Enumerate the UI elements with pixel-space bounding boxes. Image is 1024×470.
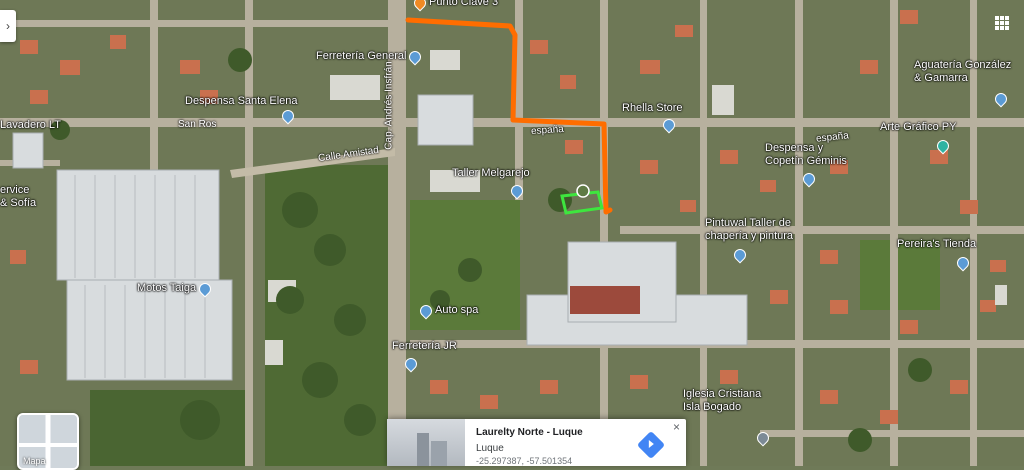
place-title: Laurelty Norte - Luque	[476, 427, 583, 438]
close-icon[interactable]: ×	[673, 420, 680, 434]
poi-rhella-store[interactable]: Rhella Store	[622, 102, 683, 115]
collapse-panel-button[interactable]: ›	[0, 10, 16, 42]
street-label-espana: españa	[530, 123, 565, 138]
map-imagery	[0, 0, 1024, 466]
place-photo[interactable]	[387, 419, 465, 466]
map-pin-icon	[406, 48, 424, 65]
poi-ferreteria-general[interactable]: Ferretería General	[316, 48, 424, 65]
directions-icon[interactable]	[636, 430, 666, 460]
street-label-cap-andres: Cap. Andrés Insfrán	[383, 61, 395, 150]
apps-grid-icon[interactable]	[995, 16, 1009, 30]
poi-iglesia[interactable]: Iglesia Cristiana Isla Bogado	[683, 388, 761, 414]
map-layer-toggle[interactable]: Mapa	[17, 413, 79, 470]
chevron-right-icon: ›	[6, 19, 10, 33]
street-label-san-ros: San Ros	[178, 119, 217, 130]
poi-despensa-santa-elena[interactable]: Despensa Santa Elena	[185, 95, 298, 108]
poi-agueteria[interactable]: Aguatería González & Gamarra	[914, 59, 1011, 85]
poi-arte-grafico[interactable]: Arte Gráfico PY	[880, 121, 956, 134]
place-card[interactable]: Laurelty Norte - Luque Luque -25.297387,…	[387, 419, 686, 466]
poi-ferreteria-jr[interactable]: Ferretería JR	[392, 340, 457, 353]
place-coordinates: -25.297387, -57.501354	[476, 456, 573, 466]
poi-despensa-copetin[interactable]: Despensa y Copetín Géminis	[765, 142, 847, 168]
satellite-map[interactable]: Punto Clave 3 Ferretería General Despens…	[0, 0, 1024, 466]
poi-punto-clave[interactable]: Punto Clave 3	[411, 0, 498, 11]
poi-auto-spa[interactable]: Auto spa	[417, 302, 478, 319]
poi-pintuwal[interactable]: Pintuwal Taller de chapería y pintura	[705, 217, 793, 243]
map-pin-icon	[196, 280, 214, 297]
layer-toggle-label: Mapa	[23, 456, 46, 466]
poi-taller-melgarejo[interactable]: Taller Melgarejo	[452, 167, 530, 180]
selected-place-marker	[576, 184, 590, 198]
poi-service-sofia[interactable]: ervice & Sofía	[0, 184, 36, 210]
place-subtitle: Luque	[476, 443, 504, 454]
map-pin-icon	[417, 302, 435, 319]
poi-motos-taiga[interactable]: Motos Taiga	[137, 280, 214, 297]
poi-pereiras[interactable]: Pereira's Tienda	[897, 238, 976, 251]
poi-lavadero[interactable]: Lavadero LT	[0, 119, 61, 132]
